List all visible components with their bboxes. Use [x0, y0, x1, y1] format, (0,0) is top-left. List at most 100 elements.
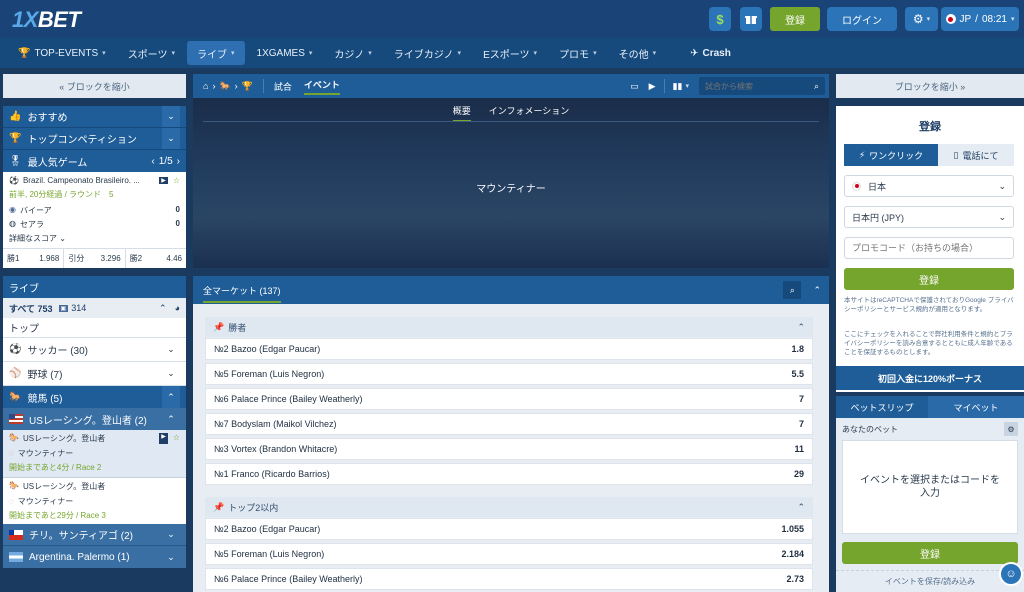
market-row[interactable]: №5 Foreman (Luis Negron) 5.5: [205, 363, 813, 385]
nav-1xgames[interactable]: 1XGAMES ▾: [247, 41, 323, 65]
horse-icon: 🐎: [9, 391, 22, 403]
league-us-racing[interactable]: USレーシング。登山者 (2) ⌃: [3, 408, 186, 430]
search-icon[interactable]: ⌕: [814, 81, 819, 92]
sport-soccer[interactable]: ⚽ サッカー (30) ⌄: [3, 338, 186, 362]
registration-title: 登録: [919, 121, 941, 133]
site-logo[interactable]: 1XBET: [12, 7, 81, 33]
dollar-icon[interactable]: $: [709, 7, 731, 31]
nav-live[interactable]: ライブ ▾: [187, 41, 245, 65]
nav-other[interactable]: その他 ▾: [609, 41, 667, 65]
nav-top-events[interactable]: 🏆 TOP-EVENTS ▾: [8, 41, 116, 65]
home-icon[interactable]: ⌂: [203, 81, 208, 91]
nav-sports[interactable]: スポーツ ▾: [118, 41, 185, 65]
trophy-icon: 🏆: [18, 47, 31, 59]
tab-by-phone[interactable]: ▯ 電話にて: [938, 144, 1014, 166]
settings-button[interactable]: ⚙ ▾: [905, 7, 938, 31]
market-group-top2[interactable]: 📌 トップ2以内 ⌃: [205, 497, 813, 517]
sport-horse-racing[interactable]: 🐎 競馬 (5) ⌃: [3, 386, 186, 408]
japan-flag-icon: [852, 181, 861, 191]
live-top-row[interactable]: トップ: [3, 318, 186, 338]
detailed-score-link[interactable]: 詳細なスコア ⌄: [9, 233, 180, 244]
tab-match[interactable]: 試合: [274, 80, 292, 93]
register-submit-button[interactable]: 登録: [844, 268, 1014, 290]
market-row[interactable]: №2 Bazoo (Edgar Paucar) 1.055: [205, 518, 813, 540]
menu-top-competitions[interactable]: 🏆 トップコンペティション ⌄: [3, 128, 186, 150]
locale-time-button[interactable]: JP/08:21 ▾: [941, 7, 1019, 31]
video-icon[interactable]: ▶: [159, 177, 168, 184]
top-header: 1XBET $ 登録 ログイン ⚙ ▾ JP/08:21 ▾: [0, 0, 1024, 38]
horse-icon[interactable]: 🐎: [219, 81, 230, 92]
odd-button-1[interactable]: 勝1 1.968: [3, 249, 65, 268]
promo-code-input[interactable]: [852, 243, 1002, 253]
collapse-markets-icon[interactable]: ⌃: [813, 285, 821, 296]
currency-select[interactable]: 日本円 (JPY) ⌄: [844, 206, 1014, 228]
nav-casino[interactable]: カジノ ▾: [324, 41, 381, 65]
market-row[interactable]: №6 Palace Prince (Bailey Weatherly) 7: [205, 388, 813, 410]
hero-tab-information[interactable]: インフォメーション: [489, 104, 570, 122]
country-select[interactable]: 日本 ⌄: [844, 175, 1014, 197]
phone-icon: ▯: [953, 149, 959, 160]
odd-button-x[interactable]: 引分 3.296: [64, 249, 126, 268]
market-row[interactable]: №7 Bodyslam (Maikol Vilchez) 7: [205, 413, 813, 435]
match-search-field[interactable]: ⌕: [699, 77, 825, 95]
race-item[interactable]: 🐎 USレーシング。登山者 ◌ マウンティナー 開始まであと29分 / Race 3: [3, 478, 186, 524]
search-icon[interactable]: ⌕: [783, 281, 802, 299]
lightning-icon: ⚡: [858, 149, 866, 160]
event-hero: 概要 インフォメーション マウンティナー: [193, 98, 829, 268]
next-arrow[interactable]: ›: [177, 156, 180, 167]
bonus-banner[interactable]: 初回入金に120%ボーナス: [836, 366, 1024, 390]
sport-baseball[interactable]: ⚾ 野球 (7) ⌄: [3, 362, 186, 386]
collapse-left-button[interactable]: « ブロックを縮小: [3, 74, 186, 98]
japan-flag-icon: [945, 14, 956, 24]
market-row[interactable]: №5 Foreman (Luis Negron) 2.184: [205, 543, 813, 565]
terms-consent-text: ここにチェックを入れることで弊社利用条件と規約とプライバシーポリシーを読み合意す…: [844, 331, 1013, 356]
bar-chart-icon[interactable]: ▮▮: [673, 81, 683, 92]
tab-event[interactable]: イベント: [303, 78, 340, 95]
race-item[interactable]: 🐎 USレーシング。登山者 ▶ ☆ ◌ マウンティナー 開始まであと4分 / Race …: [3, 430, 186, 478]
your-bet-row: あなたのベット ⚙: [836, 418, 1024, 440]
settings-icon[interactable]: ⚙: [1004, 422, 1018, 436]
slip-register-button[interactable]: 登録: [842, 542, 1018, 564]
popular-game-card[interactable]: ⚽ Brazil. Campeonato Brasileiro. ... ▶ ☆ 前半…: [3, 172, 186, 248]
league-chile-santiago[interactable]: チリ。サンティアゴ (2) ⌄: [3, 524, 186, 546]
promo-code-field[interactable]: [844, 237, 1014, 259]
collapse-all-icon[interactable]: ⌃: [159, 303, 167, 314]
video-play-icon[interactable]: ▶: [649, 81, 656, 92]
star-icon[interactable]: ☆: [173, 433, 180, 444]
market-group-winner[interactable]: 📌 勝者 ⌃: [205, 317, 813, 337]
runner-icon: ◌: [9, 497, 14, 506]
tab-one-click[interactable]: ⚡ ワンクリック: [844, 144, 938, 166]
market-row[interactable]: №6 Palace Prince (Bailey Weatherly) 2.73: [205, 568, 813, 590]
argentina-flag-icon: [9, 552, 23, 562]
league-argentina-palermo[interactable]: Argentina. Palermo (1) ⌄: [3, 546, 186, 568]
stats-screen-icon[interactable]: ▭: [630, 81, 639, 92]
tab-betslip[interactable]: ベットスリップ: [836, 396, 928, 418]
nav-crash[interactable]: ✈ Crash: [680, 41, 741, 65]
save-load-events-link[interactable]: イベントを保存/読み込み: [836, 570, 1024, 592]
market-row[interactable]: №1 Franco (Ricardo Barrios) 29: [205, 463, 813, 485]
header-login-button[interactable]: ログイン: [827, 7, 897, 31]
trophy-icon[interactable]: 🏆: [242, 81, 253, 92]
odd-button-2[interactable]: 勝2 4.46: [126, 249, 186, 268]
collapse-right-button[interactable]: ブロックを縮小 »: [836, 74, 1024, 98]
hero-tab-overview[interactable]: 概要: [452, 104, 471, 122]
market-row[interactable]: №2 Bazoo (Edgar Paucar) 1.8: [205, 338, 813, 360]
gift-icon[interactable]: [740, 7, 762, 31]
pin-icon: 📌: [213, 501, 225, 512]
star-icon[interactable]: ☆: [173, 176, 180, 185]
nav-esports[interactable]: Eスポーツ ▾: [473, 41, 547, 65]
runner-icon: ◌: [9, 449, 14, 458]
globe-icon[interactable]: ◕: [175, 303, 180, 313]
all-markets-tab[interactable]: 全マーケット (137): [203, 284, 281, 303]
search-input[interactable]: [705, 81, 805, 91]
support-chat-icon[interactable]: ☺: [999, 562, 1023, 586]
nav-promo[interactable]: プロモ ▾: [549, 41, 607, 65]
video-icon[interactable]: ▶: [159, 433, 168, 444]
tab-my-bets[interactable]: マイベット: [928, 396, 1024, 418]
header-register-button[interactable]: 登録: [770, 7, 820, 31]
nav-live-casino[interactable]: ライブカジノ ▾: [384, 41, 471, 65]
market-row[interactable]: №3 Vortex (Brandon Whitacre) 11: [205, 438, 813, 460]
menu-recommended[interactable]: 👍 おすすめ ⌄: [3, 106, 186, 128]
live-all-row[interactable]: すべて 753 ▣ 314 ⌃ ◕: [3, 298, 186, 318]
prev-arrow[interactable]: ‹: [151, 156, 154, 167]
